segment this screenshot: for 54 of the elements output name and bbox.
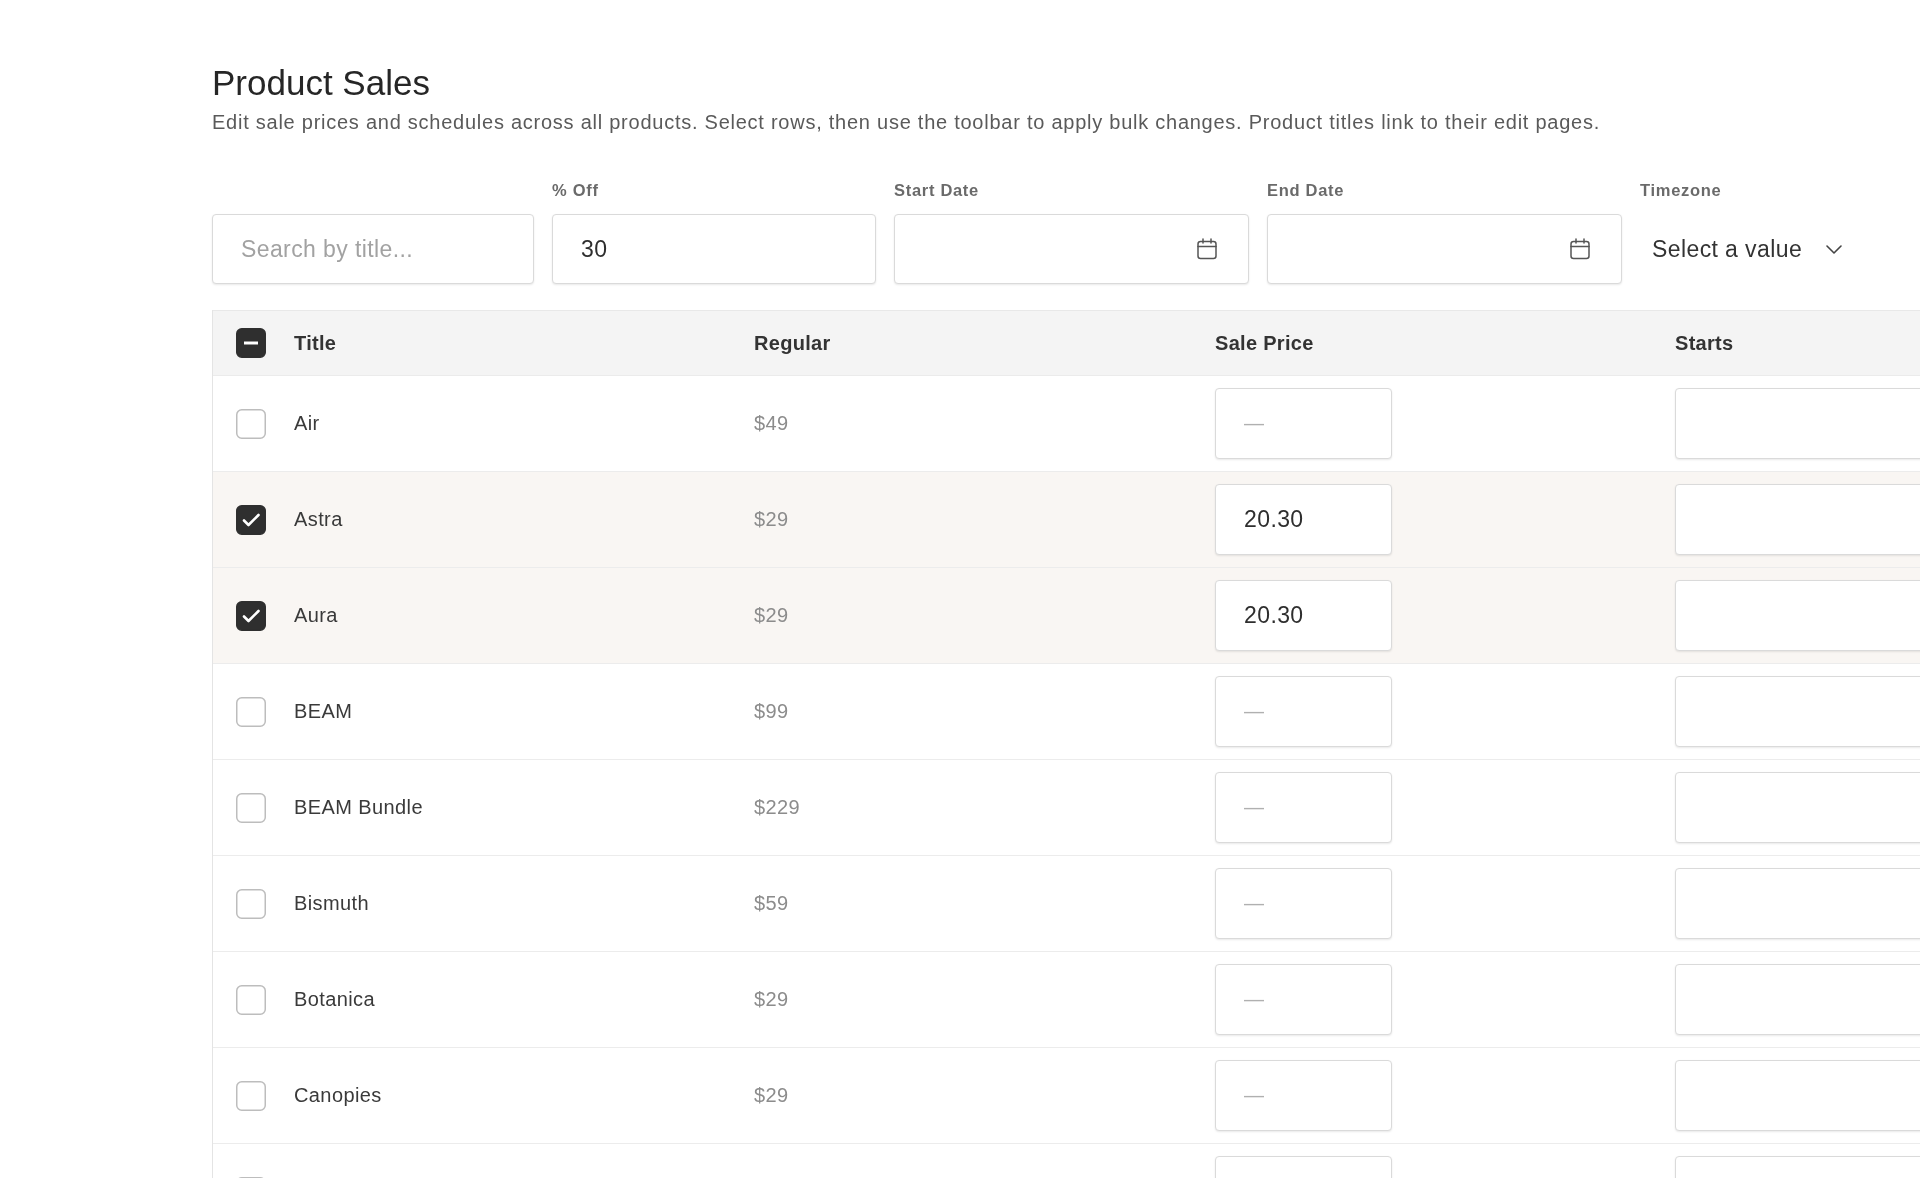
checkbox[interactable] <box>236 792 266 823</box>
column-header[interactable]: Regular <box>754 331 831 354</box>
sale-price-field[interactable]: 20.30 <box>1215 580 1392 651</box>
field-label: Timezone <box>1640 180 1722 200</box>
calendar-icon[interactable] <box>1196 238 1218 260</box>
checkbox[interactable] <box>236 600 266 631</box>
checkbox[interactable] <box>236 408 266 439</box>
regular-price: $229 <box>754 796 801 819</box>
page-description: Edit sale prices and schedules across all products. Select rows, then use the toolbar to apply bulk changes. Product titles link to their edit pages. <box>212 110 1600 135</box>
start-date-field[interactable] <box>1675 484 1920 555</box>
regular-price: $99 <box>754 700 789 723</box>
start-date-field[interactable] <box>1675 772 1920 843</box>
date-field[interactable] <box>1267 214 1622 284</box>
date-field[interactable] <box>894 214 1249 284</box>
column-header[interactable]: Starts <box>1675 331 1734 354</box>
product-title-link[interactable]: BEAM Bundle <box>294 796 423 819</box>
start-date-field[interactable] <box>1675 964 1920 1035</box>
checkbox[interactable] <box>236 984 266 1015</box>
regular-price: $29 <box>754 1084 789 1107</box>
field-label: % Off <box>552 180 599 200</box>
regular-price: $59 <box>754 892 789 915</box>
start-date-field[interactable] <box>1675 580 1920 651</box>
start-date-field[interactable] <box>1675 676 1920 747</box>
checkbox[interactable] <box>236 1080 266 1111</box>
sale-price-field[interactable]: 20.30 <box>1215 484 1392 555</box>
regular-price: $49 <box>754 412 789 435</box>
select-all-checkbox[interactable] <box>236 328 266 358</box>
table-row[interactable]: Aura $29 20.30 <box>213 568 1920 664</box>
regular-price: $29 <box>754 604 789 627</box>
table-row[interactable]: Astra $29 20.30 <box>213 472 1920 568</box>
product-title-link[interactable]: BEAM <box>294 700 353 723</box>
product-title-link[interactable]: Botanica <box>294 988 376 1011</box>
checkbox[interactable] <box>236 888 266 919</box>
percent-off-field[interactable]: 30 <box>552 214 876 284</box>
checkbox[interactable] <box>236 696 266 727</box>
product-title-link[interactable]: Astra <box>294 508 343 531</box>
field-label: Start Date <box>894 180 979 200</box>
product-title-link[interactable]: Canopies <box>294 1084 382 1107</box>
column-header[interactable]: Sale Price <box>1215 331 1314 354</box>
product-title-link[interactable]: Aura <box>294 604 338 627</box>
page-title: Product Sales <box>212 62 430 104</box>
regular-price: $29 <box>754 988 789 1011</box>
calendar-icon[interactable] <box>1569 238 1591 260</box>
timezone-select[interactable]: Select a value <box>1640 214 1855 284</box>
start-date-field[interactable] <box>1675 868 1920 939</box>
product-title-link[interactable]: Bismuth <box>294 892 370 915</box>
chevron-down-icon <box>1826 244 1843 254</box>
checkbox[interactable] <box>236 504 266 535</box>
start-date-field[interactable] <box>1675 388 1920 459</box>
start-date-field[interactable] <box>1675 1060 1920 1131</box>
field-label: End Date <box>1267 180 1345 200</box>
column-header[interactable]: Title <box>294 331 337 354</box>
product-title-link[interactable]: Air <box>294 412 320 435</box>
regular-price: $29 <box>754 508 789 531</box>
